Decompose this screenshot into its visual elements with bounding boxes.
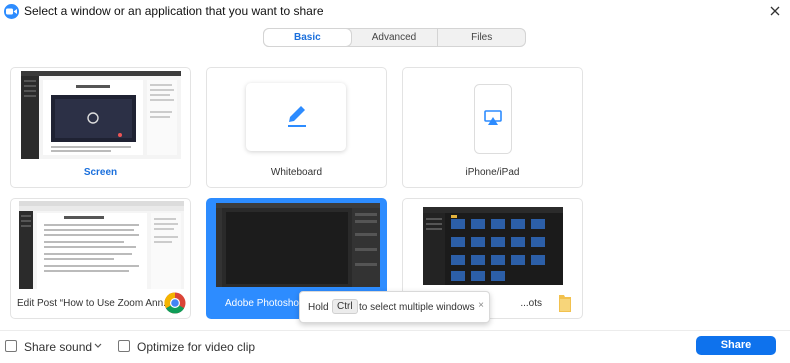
card-label-edit-post: Edit Post “How to Use Zoom Ann... [17,298,166,309]
card-label-screen: Screen [83,167,118,178]
share-card-screen[interactable]: Screen [10,67,191,188]
chrome-icon [164,292,186,314]
chevron-down-icon[interactable] [94,343,102,349]
share-tabs: Basic Advanced Files [263,28,526,47]
multi-select-tooltip: Hold Ctrl to select multiple windows × [299,291,490,323]
explorer-window-thumbnail [423,207,563,285]
share-card-iphone-ipad[interactable]: iPhone/iPad [402,67,583,188]
card-label-iphone-ipad: iPhone/iPad [465,167,520,178]
close-icon [770,6,780,16]
whiteboard-tile [246,83,346,151]
pen-icon [288,106,306,127]
share-sound-checkbox[interactable] [5,340,17,352]
browser-window-thumbnail [19,201,184,289]
optimize-video-label[interactable]: Optimize for video clip [137,340,255,354]
folder-icon [559,295,571,312]
share-button[interactable]: Share [696,336,776,355]
tooltip-close-icon[interactable]: × [478,300,484,311]
zoom-logo-icon [4,4,19,19]
tooltip-text-hold: Hold [308,302,329,313]
card-label-whiteboard: Whiteboard [270,167,323,178]
ctrl-key-badge: Ctrl [332,299,358,314]
photoshop-window-thumbnail [216,203,380,287]
tooltip-text-multi: to select multiple windows [359,302,475,313]
share-card-whiteboard[interactable]: Whiteboard [206,67,387,188]
window-title: Select a window or an application that y… [24,4,324,18]
optimize-video-checkbox[interactable] [118,340,130,352]
title-bar: Select a window or an application that y… [0,0,790,22]
tab-basic[interactable]: Basic [264,29,351,46]
tab-advanced[interactable]: Advanced [351,29,439,46]
close-button[interactable] [764,1,786,21]
share-sound-label[interactable]: Share sound [24,340,92,354]
tab-files[interactable]: Files [438,29,525,46]
share-card-edit-post-window[interactable]: Edit Post “How to Use Zoom Ann... [10,198,191,319]
airplay-icon [484,110,502,125]
screen-thumbnail [21,71,181,159]
